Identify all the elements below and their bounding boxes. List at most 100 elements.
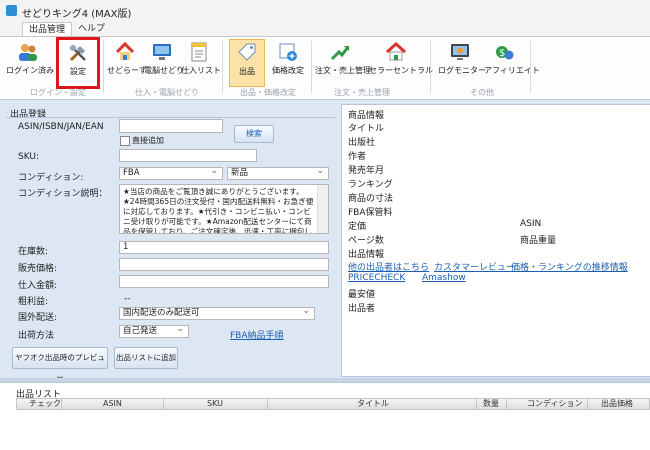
overseas-select[interactable]: 国内配送のみ配送可 bbox=[119, 306, 315, 320]
growth-arrow-icon bbox=[330, 46, 350, 61]
price-input[interactable] bbox=[119, 258, 329, 271]
col-check[interactable]: チェック bbox=[29, 399, 61, 409]
divider bbox=[6, 117, 335, 118]
col-sku[interactable]: SKU bbox=[207, 399, 223, 409]
purchase-list-button[interactable]: 仕入リスト bbox=[181, 39, 221, 85]
tag-icon bbox=[238, 43, 256, 61]
yahoo-preview-button[interactable]: ヤフオク出品時のプレビュー bbox=[12, 347, 108, 382]
product-list-panel: 出品リスト bbox=[0, 382, 650, 450]
profit-value: -- bbox=[124, 294, 131, 304]
field-title: タイトル bbox=[348, 124, 385, 134]
stock-input[interactable]: 1 bbox=[119, 241, 329, 254]
group-separator bbox=[103, 41, 104, 93]
profit-label: 粗利益: bbox=[18, 297, 49, 307]
field-publisher: 出版社 bbox=[348, 138, 376, 148]
col-asin[interactable]: ASIN bbox=[103, 399, 122, 409]
section-title: 出品登録 bbox=[10, 110, 47, 120]
log-monitor-button[interactable]: ログモニター bbox=[438, 39, 486, 85]
condition-desc-text: ★当店の商品をご覧頂き誠にありがとうございます。★24時間365日の注文受付・国… bbox=[123, 187, 314, 234]
group-label-orders: 注文・売上管理 bbox=[334, 88, 390, 97]
group-separator bbox=[430, 41, 431, 93]
col-title[interactable]: タイトル bbox=[357, 399, 389, 409]
amashow-link[interactable]: Amashow bbox=[422, 273, 466, 283]
ribbon: ログイン済み 設定 せどらーず 電脳せどり 仕入リスト 出品 価格改定 注文・売… bbox=[0, 36, 650, 100]
column-divider bbox=[587, 399, 588, 409]
electronic-sedori-button[interactable]: 電脳せどり bbox=[144, 39, 184, 85]
logged-in-button[interactable]: ログイン済み bbox=[6, 39, 54, 85]
condition-desc-label: コンディション説明： bbox=[18, 189, 108, 199]
home-icon bbox=[386, 41, 406, 61]
product-list-header: チェック ASIN SKU タイトル 数量 コンディション 出品価格 bbox=[16, 398, 650, 410]
column-divider bbox=[163, 399, 164, 409]
condition-select[interactable]: FBA bbox=[119, 166, 223, 180]
cost-label: 仕入金額: bbox=[18, 281, 58, 291]
scrollbar[interactable] bbox=[317, 185, 328, 233]
condition-label: コンディション: bbox=[18, 173, 84, 183]
column-divider bbox=[61, 399, 62, 409]
tab-help[interactable]: ヘルプ bbox=[72, 22, 111, 36]
field-fba-fee: FBA保管料 bbox=[348, 208, 393, 218]
ribbon-tabs: 出品管理 ヘルプ bbox=[0, 22, 650, 37]
field-release: 発売年月 bbox=[348, 166, 385, 176]
sku-input[interactable] bbox=[119, 149, 257, 162]
seller-central-button[interactable]: セラーセントラル bbox=[369, 39, 433, 85]
window-title: せどりキング4 (MAX版) bbox=[22, 9, 132, 20]
group-separator bbox=[311, 41, 312, 93]
field-weight: 商品重量 bbox=[520, 236, 557, 246]
group-label-other: その他 bbox=[470, 88, 494, 97]
col-condition[interactable]: コンディション bbox=[527, 399, 582, 409]
svg-text:$: $ bbox=[499, 48, 505, 59]
field-asin: ASIN bbox=[520, 219, 542, 229]
group-label-listing: 出品・価格改定 bbox=[240, 88, 296, 97]
asin-input[interactable] bbox=[119, 119, 223, 133]
search-button[interactable]: 検索 bbox=[234, 125, 274, 143]
customer-review-link[interactable]: カスタマーレビュー bbox=[434, 260, 515, 273]
title-bar: せどりキング4 (MAX版) bbox=[0, 0, 650, 23]
product-info-panel: 商品情報 タイトル 出版社 作者 発売年月 ランキング 商品の寸法 FBA保管料… bbox=[341, 104, 650, 377]
direct-add-checkbox[interactable] bbox=[120, 136, 130, 146]
eye-monitor-icon bbox=[451, 44, 469, 60]
affiliate-button[interactable]: $ アフィリエイト bbox=[484, 39, 540, 85]
price-history-link[interactable]: 価格・ランキングの推移情報 bbox=[511, 260, 628, 273]
other-sellers-link[interactable]: 他の出品者はこちら bbox=[348, 260, 429, 273]
column-divider bbox=[506, 399, 507, 409]
sku-label: SKU: bbox=[18, 152, 39, 162]
group-separator bbox=[222, 41, 223, 93]
listing-button[interactable]: 出品 bbox=[229, 39, 265, 87]
list-icon bbox=[191, 42, 207, 62]
field-ranking: ランキング bbox=[348, 180, 393, 190]
sedoraz-button[interactable]: せどらーず bbox=[107, 39, 147, 85]
condition-desc-textarea[interactable]: ★当店の商品をご覧頂き誠にありがとうございます。★24時間365日の注文受付・国… bbox=[119, 184, 329, 234]
field-seller: 出品者 bbox=[348, 304, 376, 314]
shipping-select[interactable]: 自己発送 bbox=[119, 324, 189, 338]
field-lowest: 最安値 bbox=[348, 290, 376, 300]
group-label-purchase: 仕入・電脳せどり bbox=[135, 88, 199, 97]
condition-new-select[interactable]: 新品 bbox=[227, 166, 329, 180]
asin-label: ASIN/ISBN/JAN/EAN bbox=[18, 122, 104, 132]
column-divider bbox=[267, 399, 268, 409]
field-pages: ページ数 bbox=[348, 236, 384, 246]
col-qty[interactable]: 数量 bbox=[483, 399, 499, 409]
add-to-list-button[interactable]: 出品リストに追加 bbox=[114, 347, 178, 369]
column-divider bbox=[476, 399, 477, 409]
field-listing-info: 出品情報 bbox=[348, 250, 385, 260]
settings-button[interactable]: 設定 bbox=[56, 37, 100, 89]
price-update-icon bbox=[279, 43, 297, 61]
product-info-title: 商品情報 bbox=[348, 111, 385, 121]
price-revision-button[interactable]: 価格改定 bbox=[268, 39, 308, 85]
house-icon bbox=[115, 41, 135, 60]
col-price[interactable]: 出品価格 bbox=[601, 399, 633, 409]
monitor-icon bbox=[153, 44, 171, 60]
field-list-price: 定価 bbox=[348, 222, 367, 232]
field-author: 作者 bbox=[348, 152, 367, 162]
tab-listing-management[interactable]: 出品管理 bbox=[22, 22, 73, 37]
orders-sales-button[interactable]: 注文・売上管理 bbox=[315, 39, 371, 85]
fba-guide-link[interactable]: FBA納品手順 bbox=[230, 328, 284, 341]
cost-input[interactable] bbox=[119, 275, 329, 288]
app-icon bbox=[6, 5, 17, 16]
listing-panel: 出品登録 ASIN/ISBN/JAN/EAN 検索 直接追加 SKU: コンディ… bbox=[6, 104, 335, 382]
stock-label: 在庫数: bbox=[18, 247, 49, 257]
pricecheck-link[interactable]: PRICECHECK bbox=[348, 273, 405, 283]
tools-icon bbox=[69, 45, 86, 62]
users-icon bbox=[19, 44, 37, 61]
